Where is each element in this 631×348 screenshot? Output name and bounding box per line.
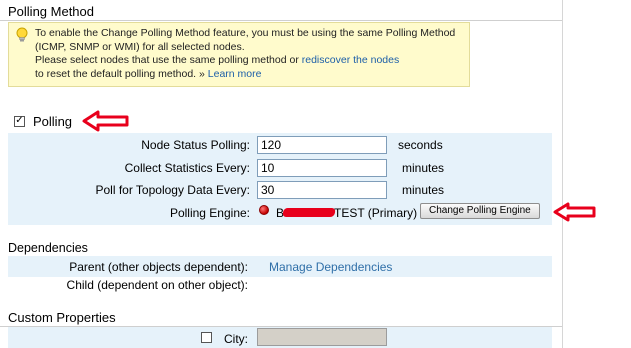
- polling-checkbox-label: Polling: [33, 113, 73, 129]
- city-input[interactable]: [257, 328, 387, 346]
- info-line-4: to reset the default polling method. » L…: [35, 68, 463, 82]
- annotation-arrow-icon: [553, 202, 596, 222]
- info-line-1: To enable the Change Polling Method feat…: [35, 27, 456, 39]
- learn-more-link[interactable]: Learn more: [208, 68, 262, 80]
- manage-dependencies-link[interactable]: Manage Dependencies: [269, 260, 392, 274]
- parent-dependencies-label: Parent (other objects dependent):: [69, 260, 248, 274]
- engine-status-icon: [259, 205, 269, 215]
- collect-statistics-input[interactable]: [257, 159, 387, 177]
- change-polling-engine-button[interactable]: Change Polling Engine: [420, 203, 540, 219]
- right-divider: [562, 0, 563, 348]
- polling-method-info-box: To enable the Change Polling Method feat…: [8, 22, 470, 87]
- polling-checkbox[interactable]: ✓: [14, 115, 25, 127]
- info-line-3-text: Please select nodes that use the same po…: [35, 54, 302, 66]
- topology-polling-input[interactable]: [257, 181, 387, 199]
- polling-toggle-row[interactable]: ✓ Polling: [14, 112, 72, 130]
- node-status-unit: seconds: [398, 138, 443, 152]
- redaction-mark: [282, 208, 336, 217]
- city-label: City:: [224, 332, 248, 346]
- topology-polling-unit: minutes: [402, 183, 445, 197]
- child-dependencies-label: Child (dependent on other object):: [66, 278, 248, 292]
- polling-method-title: Polling Method: [8, 4, 94, 19]
- section-divider: [0, 20, 562, 21]
- info-line-4-text: to reset the default polling method. »: [35, 67, 208, 80]
- collect-statistics-unit: minutes: [402, 161, 445, 175]
- info-line-3: Please select nodes that use the same po…: [35, 54, 463, 68]
- lightbulb-icon: [16, 27, 28, 42]
- rediscover-nodes-link[interactable]: rediscover the nodes: [302, 54, 399, 66]
- dependencies-title: Dependencies: [8, 241, 88, 255]
- node-status-polling-label: Node Status Polling:: [141, 138, 250, 152]
- annotation-arrow-icon: [82, 110, 129, 132]
- custom-properties-title: Custom Properties: [8, 310, 116, 325]
- node-status-polling-input[interactable]: [257, 136, 387, 154]
- collect-statistics-label: Collect Statistics Every:: [124, 161, 250, 175]
- engine-name-end: TEST (Primary): [334, 206, 418, 220]
- topology-polling-label: Poll for Topology Data Every:: [95, 183, 250, 197]
- info-line-2: (ICMP, SNMP or WMI) for all selected nod…: [35, 40, 245, 53]
- polling-engine-label: Polling Engine:: [169, 206, 250, 220]
